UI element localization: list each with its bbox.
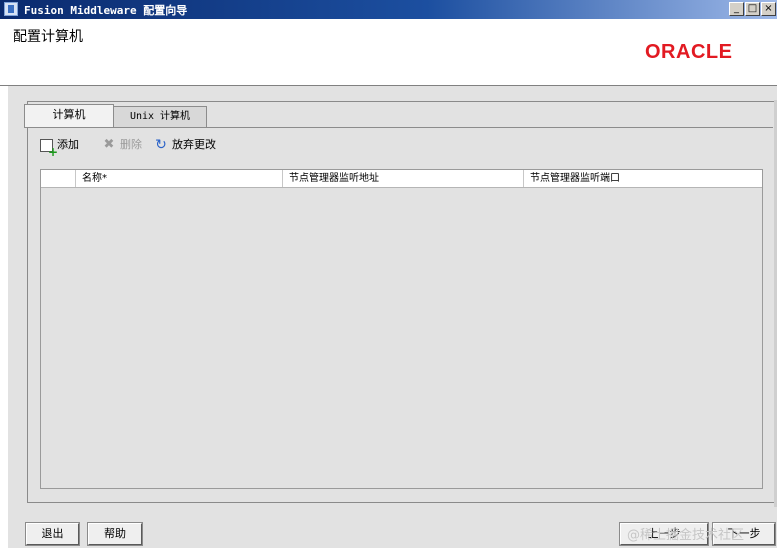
revert-arrow-icon: ↻ [155,137,167,153]
page-title: 配置计算机 [13,29,83,45]
add-row-icon [40,138,58,157]
table-header: 名称* 节点管理器监听地址 节点管理器监听端口 [41,170,762,188]
tab-unix-computer[interactable]: Unix 计算机 [113,106,207,127]
oracle-logo: ORACLE [645,41,733,63]
close-button[interactable]: × [761,2,776,16]
revert-button-label: 放弃更改 [172,138,216,151]
revert-button[interactable]: ↻ 放弃更改 [154,137,216,155]
column-header-listen-address[interactable]: 节点管理器监听地址 [282,170,523,187]
column-header-name[interactable]: 名称* [75,170,282,187]
delete-x-icon: ✖ [103,137,115,152]
wizard-header: 配置计算机 ORACLE [0,19,777,86]
main-panel: 计算机 Unix 计算机 添加 ✖ 删除 ↻ 放弃更改 名称* 节点管理器监听地址 … [8,86,777,548]
watermark-text: @稀土掘金技术社区 [627,528,745,543]
delete-button-label: 删除 [120,138,142,151]
exit-button[interactable]: 退出 [25,522,80,546]
add-button[interactable]: 添加 [40,137,79,157]
app-icon [4,2,18,16]
help-button[interactable]: 帮助 [87,522,143,546]
tab-computer[interactable]: 计算机 [24,104,114,127]
window-titlebar[interactable]: Fusion Middleware 配置向导 _ □ × [0,0,777,19]
window-title: Fusion Middleware 配置向导 [24,4,188,17]
machines-table[interactable]: 名称* 节点管理器监听地址 节点管理器监听端口 [40,169,763,489]
maximize-button[interactable]: □ [745,2,760,16]
row-number-header [41,170,75,187]
column-header-listen-port[interactable]: 节点管理器监听端口 [523,170,762,187]
delete-button[interactable]: ✖ 删除 [102,137,142,155]
minimize-button[interactable]: _ [729,2,744,16]
add-button-label: 添加 [57,138,79,151]
